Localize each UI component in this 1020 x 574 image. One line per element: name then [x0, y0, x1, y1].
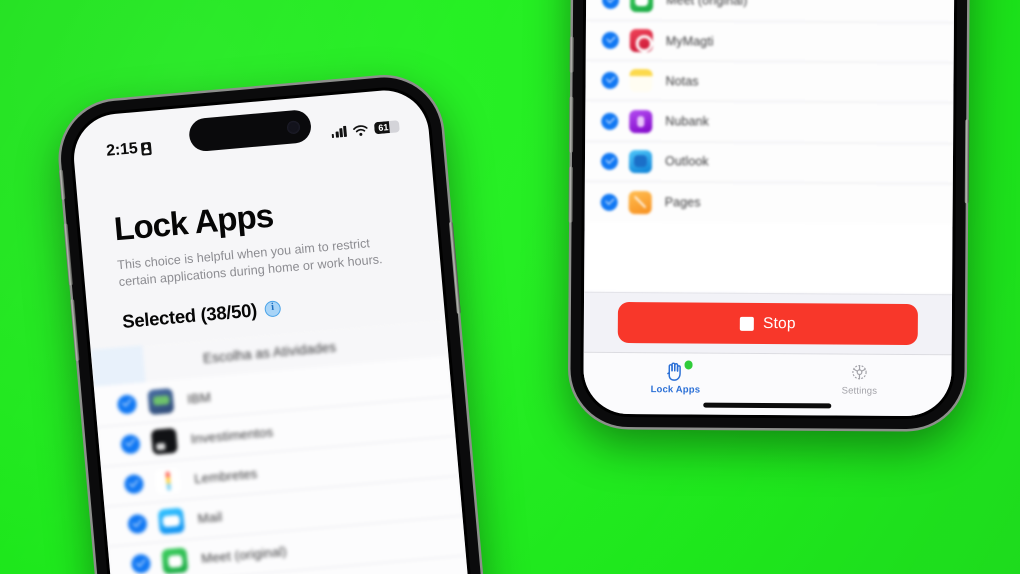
status-bar-left: 2:15	[106, 139, 153, 161]
app-name-label: Investimentos	[190, 424, 274, 447]
meet-app-icon	[161, 547, 189, 574]
checkmark-circle-icon[interactable]	[120, 433, 141, 455]
raised-hand-icon	[662, 360, 693, 382]
checkmark-circle-icon[interactable]	[600, 152, 619, 170]
checkmark-circle-icon[interactable]	[600, 193, 618, 211]
mail-app-icon	[157, 507, 185, 535]
meet-app-icon	[630, 0, 654, 12]
home-indicator-back[interactable]	[703, 402, 832, 409]
stop-square-icon	[739, 316, 755, 331]
app-name-label: MyMagti	[665, 33, 714, 49]
activity-picker: Escolha as Atividades IBM Investimentos Le…	[90, 319, 470, 574]
front-camera-icon	[286, 119, 301, 134]
stop-button-label: Stop	[762, 314, 796, 332]
status-bar-right: 61	[331, 119, 400, 138]
battery-icon: 61	[373, 119, 400, 135]
checkmark-circle-icon[interactable]	[130, 553, 152, 574]
ibm-app-icon	[147, 387, 175, 415]
app-name-label: Meet (original)	[200, 543, 288, 567]
app-name-label: Meet (original)	[666, 0, 748, 9]
checkmark-circle-icon[interactable]	[601, 112, 619, 130]
app-name-label: Notas	[665, 74, 699, 89]
app-list-row[interactable]: Nubank	[585, 101, 954, 145]
outlook-app-icon	[628, 149, 653, 174]
lock-glyph-icon	[140, 141, 153, 156]
checkmark-circle-icon[interactable]	[123, 473, 145, 495]
investimentos-app-icon	[150, 427, 178, 455]
wifi-icon	[352, 123, 369, 136]
front-phone-content: Lock Apps This choice is helpful when yo…	[75, 143, 484, 574]
active-status-dot	[684, 360, 693, 369]
mymagti-app-icon	[629, 29, 653, 53]
back-phone-app-list[interactable]: LembretesMailMeet (original)MyMagtiNotas…	[584, 0, 955, 295]
app-list-row[interactable]: Meet (original)	[585, 0, 955, 24]
stop-button-container: Stop	[583, 291, 953, 355]
checkmark-circle-icon[interactable]	[601, 72, 619, 90]
back-phone-screen: LembretesMailMeet (original)MyMagtiNotas…	[583, 0, 955, 417]
cellular-signal-icon	[331, 125, 347, 138]
app-name-label: Pages	[664, 195, 701, 210]
front-phone-app-list[interactable]: IBM Investimentos Lembretes Mail Meet (origi…	[93, 356, 470, 574]
notes-app-icon	[629, 69, 653, 93]
back-phone-device: LembretesMailMeet (original)MyMagtiNotas…	[568, 0, 970, 430]
volume-down-button-back-phone[interactable]	[568, 166, 573, 223]
front-phone-bezel: 2:15 61 Lock Apps This choice is helpful…	[67, 83, 487, 574]
app-list-row[interactable]: MyMagti	[585, 20, 954, 64]
gear-icon	[846, 362, 872, 384]
checkmark-circle-icon[interactable]	[602, 0, 620, 9]
tab-lock-apps-label: Lock Apps	[650, 384, 701, 396]
front-phone-screen: 2:15 61 Lock Apps This choice is helpful…	[70, 86, 484, 574]
pages-app-icon	[628, 190, 652, 214]
app-list-row[interactable]: Notas	[585, 60, 954, 104]
selected-count-label: Selected (38/50)	[121, 299, 258, 333]
volume-up-button-back-phone[interactable]	[569, 96, 574, 153]
status-bar-time: 2:15	[105, 140, 139, 160]
power-button-back-phone[interactable]	[964, 119, 970, 204]
app-name-label: Mail	[197, 509, 223, 527]
app-name-label: IBM	[186, 389, 212, 407]
checkmark-circle-icon[interactable]	[116, 393, 138, 415]
battery-percent-label: 61	[377, 122, 389, 134]
app-name-label: Nubank	[665, 114, 709, 129]
info-circle-icon[interactable]	[264, 300, 282, 319]
back-phone-bezel: LembretesMailMeet (original)MyMagtiNotas…	[580, 0, 958, 420]
app-list-row[interactable]: Outlook	[584, 141, 954, 185]
nubank-app-icon	[629, 109, 653, 133]
app-name-label: Lembretes	[193, 465, 258, 487]
tab-settings-label: Settings	[841, 385, 878, 397]
app-name-label: Outlook	[664, 154, 709, 170]
checkmark-circle-icon[interactable]	[127, 513, 148, 535]
action-button-back-phone[interactable]	[569, 36, 574, 73]
front-phone-device: 2:15 61 Lock Apps This choice is helpful…	[56, 72, 498, 574]
checkmark-circle-icon[interactable]	[601, 31, 619, 49]
reminders-app-icon	[154, 467, 182, 495]
stop-button[interactable]: Stop	[617, 301, 918, 346]
app-list-row[interactable]: Pages	[584, 181, 953, 225]
